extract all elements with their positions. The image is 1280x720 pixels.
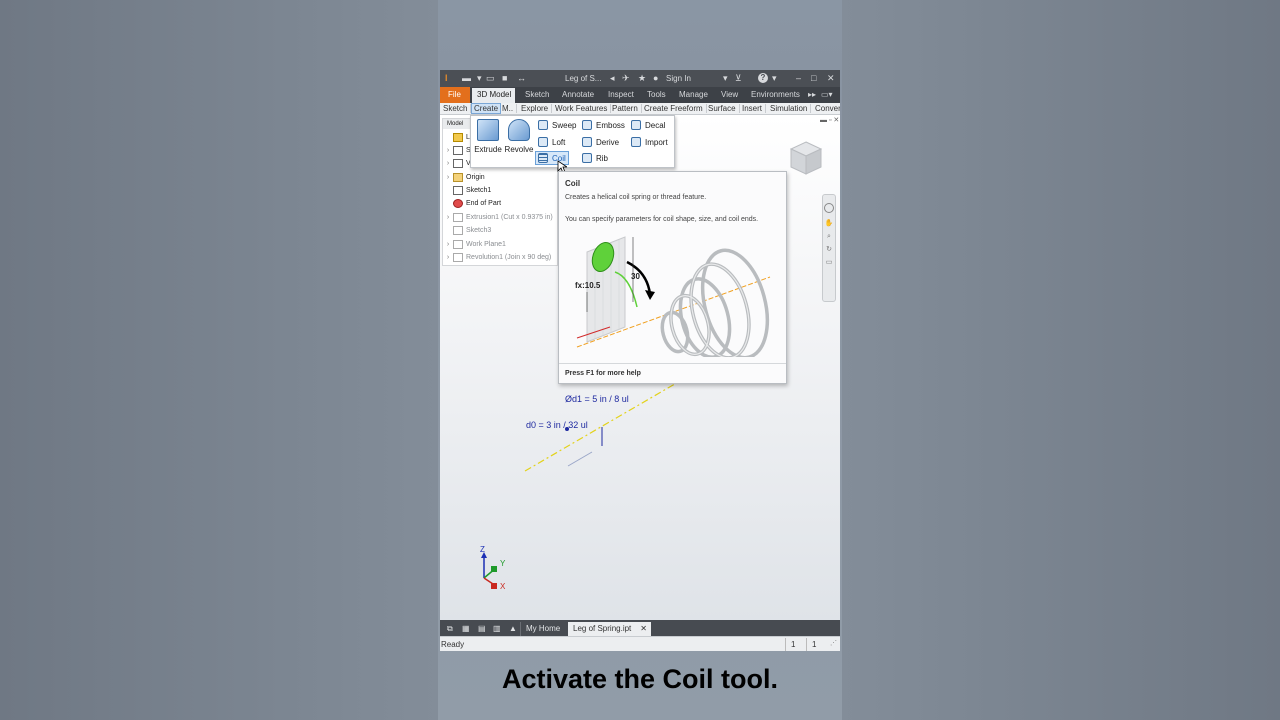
sketch-line xyxy=(567,451,593,467)
tab-sketch[interactable]: Sketch xyxy=(525,90,549,99)
revolve-button[interactable]: Revolve xyxy=(504,119,534,154)
panel-simulation[interactable]: Simulation xyxy=(770,104,812,113)
tab-manage[interactable]: Manage xyxy=(679,90,708,99)
inventor-window: I ▬ ▾ ▭ ■ ↔ Leg of S... ◂ ✈ ★ ● Sign In … xyxy=(440,70,840,651)
status-count-1: 1 xyxy=(785,638,805,651)
panel-explore[interactable]: Explore xyxy=(521,104,553,113)
ribbon-panel-row: Sketch Create M.. Explore Work Features … xyxy=(440,103,840,115)
tab-leg-of-spring[interactable]: Leg of Spring.ipt ✕ xyxy=(568,622,651,636)
axis-label-z: Z xyxy=(480,545,485,554)
sweep-icon xyxy=(538,120,548,130)
tooltip-detail: You can specify parameters for coil shap… xyxy=(565,216,759,223)
rib-button[interactable]: Rib xyxy=(580,151,610,165)
tab-overflow-icon[interactable]: ▸▸ xyxy=(808,90,816,99)
app-logo-icon: I xyxy=(445,73,448,83)
panel-surface[interactable]: Surface xyxy=(708,104,740,113)
dimension-d0[interactable]: d0 = 3 in / 32 ul xyxy=(526,420,588,430)
panel-sketch[interactable]: Sketch xyxy=(443,104,472,113)
loft-button[interactable]: Loft xyxy=(536,135,567,149)
tile-windows-icon[interactable]: ▦ xyxy=(457,622,475,636)
satellite-icon[interactable]: ✈ xyxy=(622,73,630,84)
extrude-icon xyxy=(477,119,499,141)
panel-pattern[interactable]: Pattern xyxy=(612,104,642,113)
new-file-icon[interactable]: ▬ xyxy=(462,73,471,83)
tab-3d-model[interactable]: 3D Model xyxy=(472,88,515,103)
tooltip-fx-label: fx:10.5 xyxy=(575,281,601,290)
revolve-icon xyxy=(508,119,530,141)
sweep-button[interactable]: Sweep xyxy=(536,118,578,132)
sign-in-link[interactable]: Sign In xyxy=(666,74,691,83)
panel-create[interactable]: Create xyxy=(471,103,502,114)
axis-label-x: X xyxy=(500,582,506,591)
panel-work-features[interactable]: Work Features xyxy=(555,104,612,113)
panel-toggle-icon[interactable]: ▭▾ xyxy=(821,90,833,99)
document-tab-bar: ⧉ ▦ ▤ ▥ ▲ My Home Leg of Spring.ipt ✕ xyxy=(440,620,840,636)
tooltip-description: Creates a helical coil spring or thread … xyxy=(565,194,707,201)
dropdown-arrow-icon[interactable]: ▾ xyxy=(723,73,728,84)
star-icon[interactable]: ★ xyxy=(638,73,646,84)
tab-environments[interactable]: Environments xyxy=(751,90,800,99)
status-text: Ready xyxy=(441,640,465,649)
background-left xyxy=(0,0,438,720)
tab-view[interactable]: View xyxy=(721,90,738,99)
maximize-icon[interactable]: □ xyxy=(811,73,816,83)
decal-button[interactable]: Decal xyxy=(629,118,667,132)
close-tab-icon[interactable]: ✕ xyxy=(640,624,647,633)
tab-tools[interactable]: Tools xyxy=(647,90,666,99)
title-bar: I ▬ ▾ ▭ ■ ↔ Leg of S... ◂ ✈ ★ ● Sign In … xyxy=(440,70,840,87)
import-icon xyxy=(631,137,641,147)
status-count-2: 1 xyxy=(806,638,828,651)
tab-annotate[interactable]: Annotate xyxy=(562,90,594,99)
cart-icon[interactable]: ⊻ xyxy=(735,73,742,84)
ribbon-tabs: File 3D Model Sketch Annotate Inspect To… xyxy=(440,87,840,103)
back-arrow-icon[interactable]: ◂ xyxy=(610,73,615,84)
document-title: Leg of S... xyxy=(565,74,602,83)
coil-icon xyxy=(538,153,548,163)
derive-button[interactable]: Derive xyxy=(580,135,621,149)
emboss-button[interactable]: Emboss xyxy=(580,118,627,132)
tooltip-footer: Press F1 for more help xyxy=(559,363,786,383)
emboss-icon xyxy=(582,120,592,130)
save-icon[interactable]: ■ xyxy=(502,73,507,83)
resize-grip-icon[interactable]: ⋰ xyxy=(830,639,837,647)
coil-illustration xyxy=(576,236,771,357)
close-icon[interactable]: ✕ xyxy=(827,73,835,84)
more-icon[interactable]: ↔ xyxy=(517,73,526,83)
help-icon[interactable]: ? xyxy=(758,73,768,83)
tooltip-angle-label: 30 xyxy=(631,272,640,281)
panel-convert[interactable]: Conver xyxy=(815,104,840,113)
panel-modify[interactable]: M.. xyxy=(502,104,518,113)
derive-icon xyxy=(582,137,592,147)
minimize-icon[interactable]: – xyxy=(796,73,801,83)
dropdown-arrow-icon[interactable]: ▾ xyxy=(477,73,482,84)
background-right xyxy=(842,0,1280,720)
dropdown-arrow-icon[interactable]: ▾ xyxy=(772,73,777,84)
create-dropdown-panel: Extrude Revolve Sweep Loft Coil Emboss D… xyxy=(470,115,675,168)
cascade-windows-icon[interactable]: ⧉ xyxy=(442,622,458,636)
axis-label-y: Y xyxy=(500,559,506,568)
extrude-button[interactable]: Extrude xyxy=(473,119,503,154)
user-icon[interactable]: ● xyxy=(653,73,658,83)
tile-vertical-icon[interactable]: ▥ xyxy=(488,622,506,636)
tab-file[interactable]: File xyxy=(440,87,470,103)
tab-inspect[interactable]: Inspect xyxy=(608,90,634,99)
dimension-d1[interactable]: Ød1 = 5 in / 8 ul xyxy=(565,394,629,404)
panel-insert[interactable]: Insert xyxy=(742,104,767,113)
tooltip-title: Coil xyxy=(565,179,581,188)
coil-tooltip: Coil Creates a helical coil spring or th… xyxy=(558,171,787,384)
import-button[interactable]: Import xyxy=(629,135,670,149)
open-folder-icon[interactable]: ▭ xyxy=(486,73,495,84)
video-caption: Activate the Coil tool. xyxy=(501,664,779,694)
loft-icon xyxy=(538,137,548,147)
tab-my-home[interactable]: My Home xyxy=(520,622,565,636)
status-bar: Ready 1 1 ⋰ xyxy=(440,636,840,651)
rib-icon xyxy=(582,153,592,163)
panel-create-freeform[interactable]: Create Freeform xyxy=(644,104,707,113)
decal-icon xyxy=(631,120,641,130)
